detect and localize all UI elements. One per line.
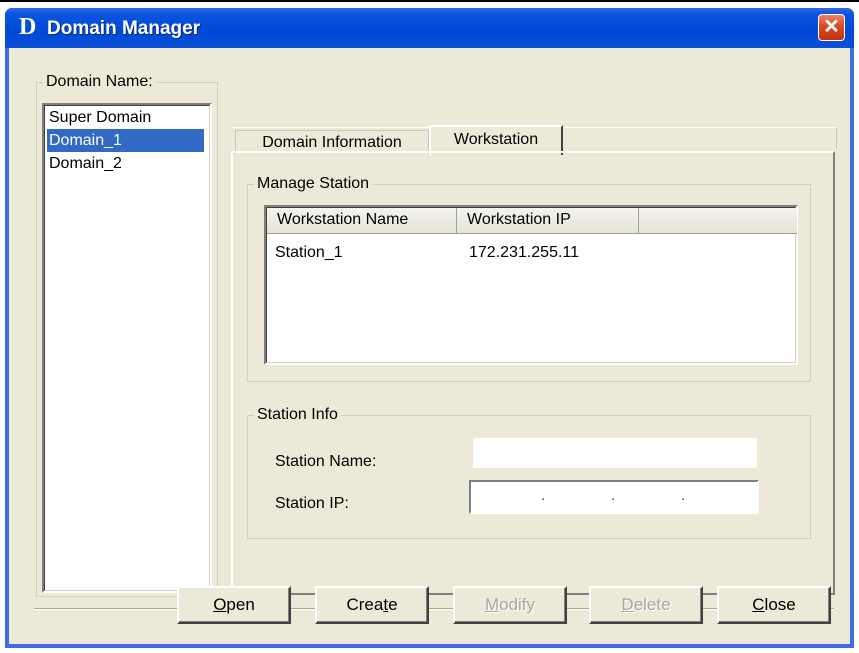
modify-button[interactable]: Modify <box>453 586 567 624</box>
workstation-name-cell: Station_1 <box>275 244 343 261</box>
column-header-workstation-name[interactable]: Workstation Name <box>267 208 457 234</box>
workstation-listview[interactable]: Workstation Name Workstation IP Station_… <box>264 205 798 365</box>
create-button[interactable]: Create <box>315 586 429 624</box>
station-ip-field[interactable]: . . . <box>469 480 759 514</box>
open-label-post: pen <box>226 595 255 614</box>
station-info-label: Station Info <box>254 406 341 424</box>
ip-octet-separator: . <box>681 487 686 504</box>
station-ip-label: Station IP: <box>275 495 349 512</box>
station-name-field[interactable] <box>473 438 757 468</box>
bottom-separator <box>34 608 834 610</box>
create-label-post: e <box>388 595 398 614</box>
delete-button[interactable]: Delete <box>589 586 703 624</box>
ip-octet-separator: . <box>541 487 546 504</box>
domain-manager-window: D Domain Manager ✕ Domain Name: Super Do… <box>5 8 854 648</box>
domain-list-item[interactable]: Domain_2 <box>45 152 209 175</box>
workstation-listview-header: Workstation Name Workstation IP <box>267 208 797 234</box>
window-client-area: Domain Name: Super Domain Domain_1 Domai… <box>9 48 850 644</box>
column-header-filler <box>639 208 797 234</box>
domain-list-item-selected[interactable]: Domain_1 <box>47 129 204 152</box>
manage-station-label: Manage Station <box>254 175 373 193</box>
open-button[interactable]: Open <box>177 586 291 624</box>
top-border-line <box>0 0 859 6</box>
close-label-accel: C <box>752 595 765 614</box>
modify-label-post: odify <box>499 595 536 614</box>
domain-name-label: Domain Name: <box>43 73 156 91</box>
title-bar[interactable]: D Domain Manager ✕ <box>5 8 854 48</box>
window-title: Domain Manager <box>47 18 201 39</box>
delete-label-accel: D <box>621 595 634 614</box>
delete-label-post: elete <box>633 595 671 614</box>
modify-label-accel: M <box>484 595 500 614</box>
column-header-workstation-ip[interactable]: Workstation IP <box>457 208 639 234</box>
close-icon: ✕ <box>823 16 840 38</box>
station-name-label: Station Name: <box>275 453 377 470</box>
domain-list-item[interactable]: Super Domain <box>45 106 209 129</box>
open-label-accel: O <box>213 595 227 614</box>
station-info-group: Station Info <box>247 406 811 539</box>
create-label-pre: Crea <box>346 595 384 614</box>
window-close-button[interactable]: ✕ <box>818 14 845 41</box>
ip-octet-separator: . <box>611 487 616 504</box>
close-label-post: lose <box>764 595 796 614</box>
domain-listbox[interactable]: Super Domain Domain_1 Domain_2 <box>42 103 212 593</box>
workstation-ip-cell: 172.231.255.11 <box>469 244 580 261</box>
app-logo-icon: D <box>19 14 37 40</box>
close-button[interactable]: Close <box>717 586 831 624</box>
